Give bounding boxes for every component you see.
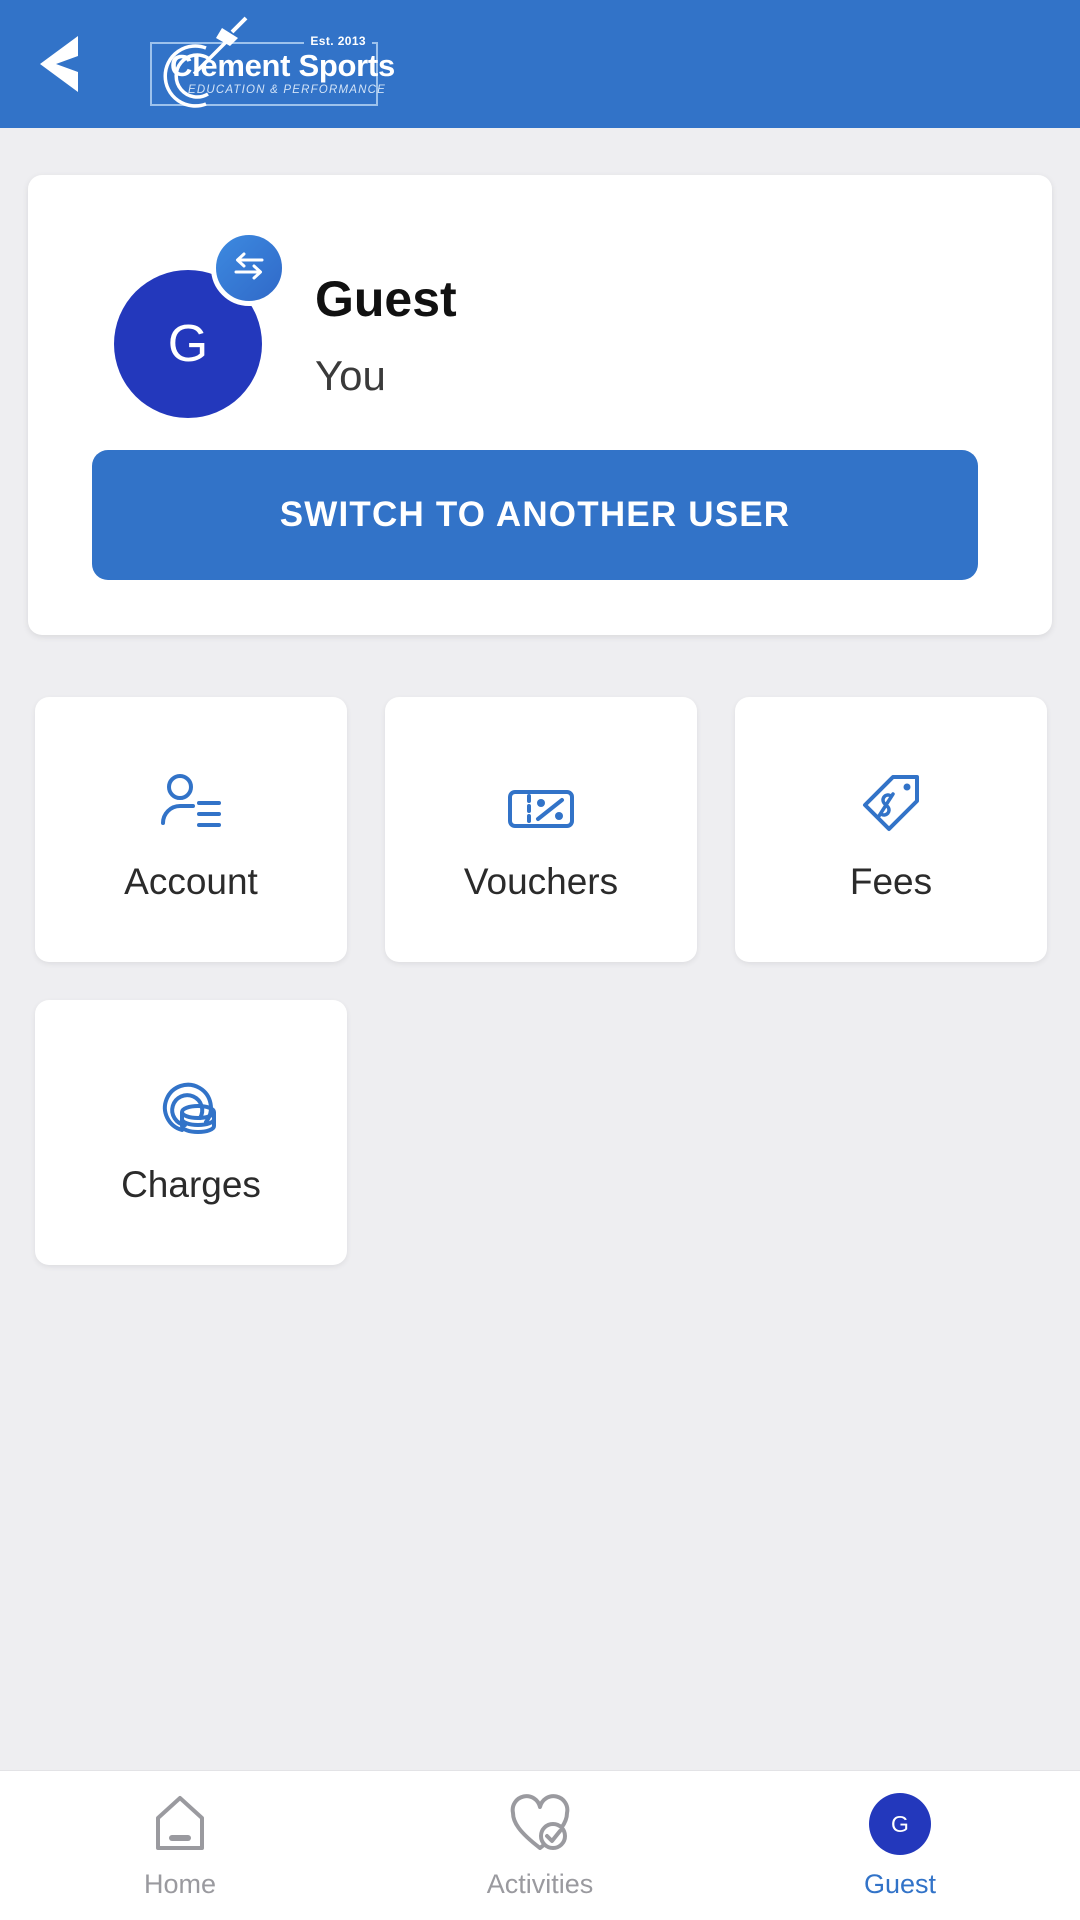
tile-label: Account	[124, 860, 258, 902]
voucher-ticket-percent-icon	[507, 757, 575, 833]
logo-name-text: Clement Sports	[170, 48, 395, 83]
nav-label: Guest	[863, 1869, 937, 1899]
tile-fees[interactable]: Fees	[735, 697, 1047, 962]
profile-name-block: Guest You	[315, 273, 457, 400]
nav-avatar-initial: G	[891, 1810, 909, 1837]
profile-card: G Guest You SWITCH TO ANOTHER USER	[28, 175, 1052, 635]
avatar-initial: G	[167, 315, 209, 373]
avatar-initial-icon: G	[869, 1791, 931, 1857]
tile-charges[interactable]: Charges	[35, 1000, 347, 1265]
nav-avatar: G	[869, 1793, 931, 1855]
nav-item-home[interactable]: Home	[0, 1771, 360, 1920]
profile-relation: You	[315, 351, 386, 399]
nav-label: Home	[143, 1869, 217, 1899]
switch-to-another-user-button[interactable]: SWITCH TO ANOTHER USER	[92, 450, 978, 580]
nav-item-activities[interactable]: Activities	[360, 1771, 720, 1920]
nav-label: Activities	[486, 1869, 594, 1899]
bottom-navigation: Home Activities G Guest	[0, 1770, 1080, 1920]
coins-circle-icon	[160, 1060, 222, 1136]
tile-label: Fees	[849, 860, 933, 902]
nav-item-guest[interactable]: G Guest	[720, 1771, 1080, 1920]
logo-tagline-text: EDUCATION & PERFORMANCE	[188, 84, 386, 96]
chevron-left-icon	[34, 32, 90, 96]
profile-name: Guest	[315, 271, 457, 327]
tile-label: Charges	[121, 1163, 261, 1205]
switch-user-badge[interactable]	[211, 230, 287, 306]
brand-logo: Est. 2013 Clement Sports EDUCATION & PER…	[128, 8, 395, 120]
swap-arrows-icon	[229, 249, 269, 288]
heart-check-icon	[509, 1791, 571, 1857]
app-header: Est. 2013 Clement Sports EDUCATION & PER…	[0, 0, 1080, 128]
back-button[interactable]	[14, 0, 110, 128]
tile-account[interactable]: Account	[35, 697, 347, 962]
home-icon	[152, 1791, 208, 1857]
tile-label: Vouchers	[463, 860, 619, 902]
price-tag-dollar-icon	[861, 757, 921, 833]
logo-established-text: Est. 2013	[304, 34, 372, 48]
quick-actions-grid: Account Vouchers Fees Charges	[35, 697, 1049, 1265]
tile-vouchers[interactable]: Vouchers	[385, 697, 697, 962]
account-person-lines-icon	[159, 757, 223, 833]
